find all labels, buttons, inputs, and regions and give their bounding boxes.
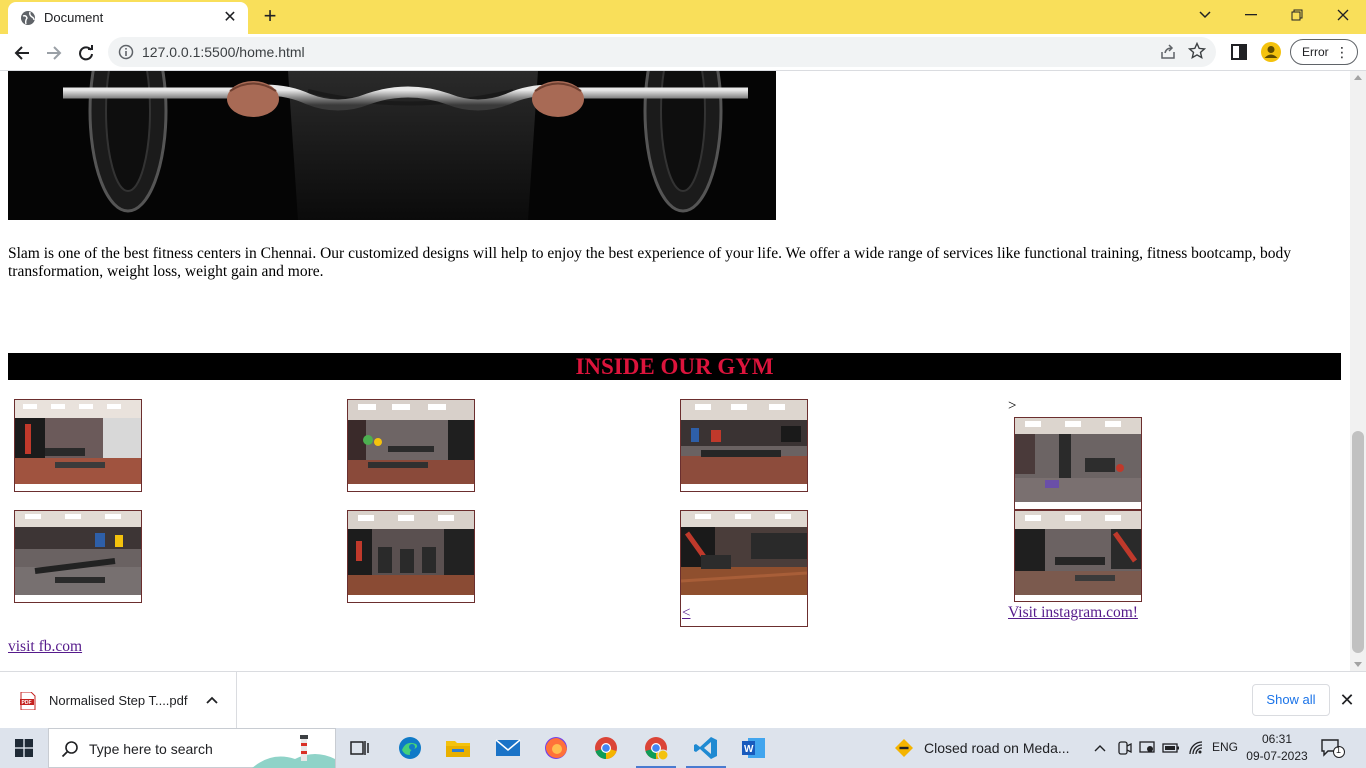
news-widget-text: Closed road on Meda... — [924, 740, 1070, 756]
download-item[interactable]: PDF Normalised Step T....pdf — [0, 672, 237, 729]
language-indicator[interactable]: ENG — [1212, 740, 1238, 754]
meet-now-icon[interactable] — [1114, 738, 1134, 758]
gym-photo-6 — [347, 510, 475, 603]
download-file-name: Normalised Step T....pdf — [49, 693, 188, 708]
wifi-icon[interactable] — [1186, 738, 1206, 758]
profile-error-button[interactable]: Error ⋮ — [1290, 39, 1358, 65]
address-bar[interactable]: 127.0.0.1:5500/home.html — [108, 37, 1216, 67]
system-clock[interactable]: 06:31 09-07-2023 — [1244, 731, 1310, 765]
edge-browser-icon[interactable] — [386, 728, 434, 768]
browser-toolbar: 127.0.0.1:5500/home.html Error ⋮ — [0, 34, 1366, 71]
close-download-bar-icon[interactable]: ✕ — [1337, 690, 1357, 710]
gym-section-heading: INSIDE OUR GYM — [575, 354, 774, 379]
bookmark-star-icon[interactable] — [1188, 42, 1206, 60]
search-icon — [61, 741, 78, 758]
gym-photo-5 — [14, 510, 142, 603]
error-label: Error — [1302, 45, 1329, 59]
scroll-up-arrow-icon[interactable] — [1354, 75, 1362, 80]
kebab-menu-icon[interactable]: ⋮ — [1335, 43, 1349, 61]
globe-icon — [21, 11, 35, 25]
gym-photo-8 — [1014, 510, 1142, 602]
search-placeholder: Type here to search — [89, 741, 213, 757]
window-close-icon[interactable] — [1320, 0, 1366, 30]
gym-section-banner: INSIDE OUR GYM — [8, 353, 1341, 380]
url-text: 127.0.0.1:5500/home.html — [142, 44, 305, 60]
tab-search-chevron-down-icon[interactable] — [1182, 0, 1228, 30]
instagram-link[interactable]: Visit instagram.com! — [1008, 604, 1138, 622]
reload-icon[interactable] — [72, 39, 100, 67]
taskbar-search-box[interactable]: Type here to search — [48, 728, 336, 768]
vscode-icon[interactable] — [682, 728, 730, 768]
show-all-button[interactable]: Show all — [1252, 684, 1330, 716]
new-tab-plus-icon[interactable]: + — [258, 4, 282, 28]
gym-photo-1 — [14, 399, 142, 492]
forward-arrow-icon[interactable] — [40, 39, 68, 67]
gym-photo-7 — [680, 510, 808, 627]
battery-icon[interactable] — [1161, 738, 1181, 758]
page-scrollbar[interactable] — [1350, 71, 1366, 671]
windows-taskbar: Type here to search W Closed road on Med… — [0, 728, 1366, 768]
download-bar: PDF Normalised Step T....pdf Show all ✕ — [0, 671, 1366, 729]
facebook-link[interactable]: visit fb.com — [8, 638, 82, 656]
gym-photo-4 — [1014, 417, 1142, 510]
task-view-icon[interactable] — [336, 728, 384, 768]
chevron-up-icon[interactable] — [205, 693, 219, 707]
gym-photo-3 — [680, 399, 808, 492]
windows-start-icon[interactable] — [0, 728, 48, 768]
intro-paragraph: Slam is one of the best fitness centers … — [8, 245, 1292, 280]
road-closed-icon — [895, 739, 913, 757]
gt-symbol: > — [1008, 398, 1017, 414]
profile-avatar[interactable] — [1261, 42, 1281, 62]
mail-icon[interactable] — [484, 728, 532, 768]
notification-center-icon[interactable]: 1 — [1320, 738, 1346, 758]
share-icon[interactable] — [1160, 44, 1176, 60]
clock-date: 09-07-2023 — [1246, 749, 1308, 763]
chrome-profile-icon[interactable] — [632, 728, 680, 768]
news-widget[interactable]: Closed road on Meda... — [890, 728, 1090, 768]
back-arrow-icon[interactable] — [8, 39, 36, 67]
tab-strip: Document ✕ + — [0, 0, 1366, 34]
chrome-icon[interactable] — [582, 728, 630, 768]
clock-time: 06:31 — [1261, 732, 1293, 746]
restore-icon[interactable] — [1274, 0, 1320, 30]
page-viewport: Slam is one of the best fitness centers … — [0, 71, 1350, 671]
word-icon[interactable]: W — [730, 728, 778, 768]
tab-close-icon[interactable]: ✕ — [220, 8, 240, 28]
svg-text:PDF: PDF — [22, 700, 32, 706]
info-icon[interactable] — [118, 44, 134, 60]
previous-link[interactable]: < — [682, 605, 690, 622]
tab-title: Document — [44, 10, 104, 25]
tab-document[interactable]: Document ✕ — [8, 2, 248, 34]
side-panel-icon[interactable] — [1230, 43, 1248, 61]
scrollbar-thumb[interactable] — [1352, 431, 1364, 653]
person-icon — [1264, 46, 1278, 58]
chevron-up-tray-icon[interactable] — [1090, 738, 1110, 758]
pdf-file-icon: PDF — [20, 692, 36, 710]
firefox-icon[interactable] — [532, 728, 580, 768]
scroll-down-arrow-icon[interactable] — [1354, 662, 1362, 667]
hero-barbell-image — [8, 71, 776, 220]
notification-count: 1 — [1336, 745, 1342, 755]
gym-photo-2 — [347, 399, 475, 492]
file-explorer-icon[interactable] — [434, 728, 482, 768]
display-icon[interactable] — [1137, 738, 1157, 758]
minimize-icon[interactable] — [1228, 0, 1274, 30]
svg-text:W: W — [744, 744, 754, 755]
search-highlight-lighthouse-icon — [252, 735, 335, 768]
